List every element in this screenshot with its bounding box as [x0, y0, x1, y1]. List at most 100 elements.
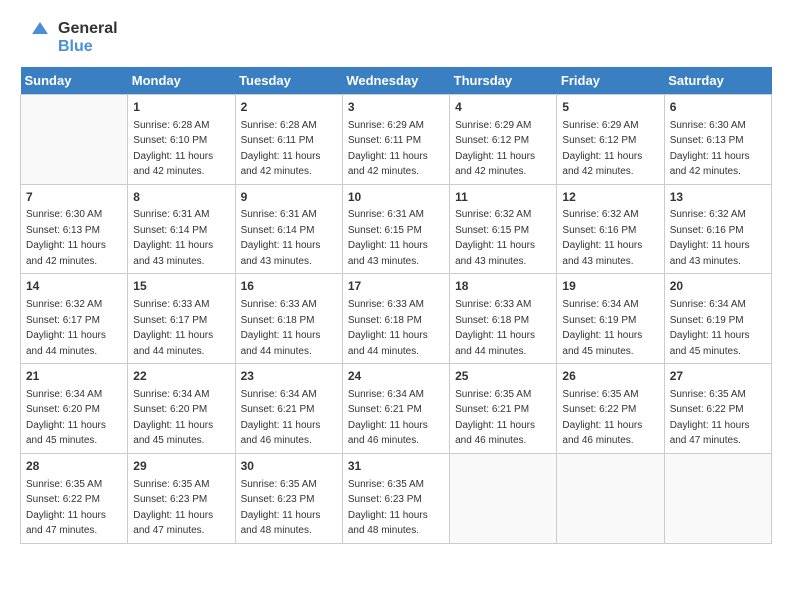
- day-number: 22: [133, 368, 229, 385]
- day-info: Sunrise: 6:35 AMSunset: 6:21 PMDaylight:…: [455, 389, 535, 447]
- day-number: 3: [348, 99, 444, 116]
- day-cell: 14 Sunrise: 6:32 AMSunset: 6:17 PMDaylig…: [21, 274, 128, 364]
- day-cell: 28 Sunrise: 6:35 AMSunset: 6:22 PMDaylig…: [21, 453, 128, 543]
- day-cell: [557, 453, 664, 543]
- day-info: Sunrise: 6:28 AMSunset: 6:11 PMDaylight:…: [241, 120, 321, 178]
- day-cell: 2 Sunrise: 6:28 AMSunset: 6:11 PMDayligh…: [235, 94, 342, 184]
- week-row-5: 28 Sunrise: 6:35 AMSunset: 6:22 PMDaylig…: [21, 453, 772, 543]
- day-number: 17: [348, 278, 444, 295]
- day-info: Sunrise: 6:35 AMSunset: 6:23 PMDaylight:…: [348, 479, 428, 537]
- logo-container: General Blue: [20, 20, 118, 57]
- day-info: Sunrise: 6:30 AMSunset: 6:13 PMDaylight:…: [670, 120, 750, 178]
- day-header-friday: Friday: [557, 67, 664, 95]
- day-number: 25: [455, 368, 551, 385]
- day-number: 10: [348, 189, 444, 206]
- day-cell: 20 Sunrise: 6:34 AMSunset: 6:19 PMDaylig…: [664, 274, 771, 364]
- day-info: Sunrise: 6:35 AMSunset: 6:22 PMDaylight:…: [562, 389, 642, 447]
- day-number: 19: [562, 278, 658, 295]
- day-number: 6: [670, 99, 766, 116]
- day-header-thursday: Thursday: [450, 67, 557, 95]
- day-number: 14: [26, 278, 122, 295]
- day-cell: [21, 94, 128, 184]
- day-info: Sunrise: 6:33 AMSunset: 6:18 PMDaylight:…: [348, 299, 428, 357]
- week-row-4: 21 Sunrise: 6:34 AMSunset: 6:20 PMDaylig…: [21, 364, 772, 454]
- day-header-saturday: Saturday: [664, 67, 771, 95]
- day-number: 15: [133, 278, 229, 295]
- day-cell: 7 Sunrise: 6:30 AMSunset: 6:13 PMDayligh…: [21, 184, 128, 274]
- day-info: Sunrise: 6:30 AMSunset: 6:13 PMDaylight:…: [26, 209, 106, 267]
- day-cell: 30 Sunrise: 6:35 AMSunset: 6:23 PMDaylig…: [235, 453, 342, 543]
- day-info: Sunrise: 6:32 AMSunset: 6:16 PMDaylight:…: [670, 209, 750, 267]
- day-cell: 5 Sunrise: 6:29 AMSunset: 6:12 PMDayligh…: [557, 94, 664, 184]
- week-row-2: 7 Sunrise: 6:30 AMSunset: 6:13 PMDayligh…: [21, 184, 772, 274]
- day-cell: 12 Sunrise: 6:32 AMSunset: 6:16 PMDaylig…: [557, 184, 664, 274]
- day-cell: 29 Sunrise: 6:35 AMSunset: 6:23 PMDaylig…: [128, 453, 235, 543]
- day-header-sunday: Sunday: [21, 67, 128, 95]
- header-row: SundayMondayTuesdayWednesdayThursdayFrid…: [21, 67, 772, 95]
- day-info: Sunrise: 6:33 AMSunset: 6:18 PMDaylight:…: [241, 299, 321, 357]
- day-number: 13: [670, 189, 766, 206]
- day-cell: 16 Sunrise: 6:33 AMSunset: 6:18 PMDaylig…: [235, 274, 342, 364]
- day-cell: 1 Sunrise: 6:28 AMSunset: 6:10 PMDayligh…: [128, 94, 235, 184]
- day-number: 16: [241, 278, 337, 295]
- day-info: Sunrise: 6:28 AMSunset: 6:10 PMDaylight:…: [133, 120, 213, 178]
- day-cell: 21 Sunrise: 6:34 AMSunset: 6:20 PMDaylig…: [21, 364, 128, 454]
- day-cell: 26 Sunrise: 6:35 AMSunset: 6:22 PMDaylig…: [557, 364, 664, 454]
- day-info: Sunrise: 6:34 AMSunset: 6:20 PMDaylight:…: [133, 389, 213, 447]
- day-cell: 10 Sunrise: 6:31 AMSunset: 6:15 PMDaylig…: [342, 184, 449, 274]
- day-number: 27: [670, 368, 766, 385]
- day-number: 26: [562, 368, 658, 385]
- day-number: 11: [455, 189, 551, 206]
- day-header-tuesday: Tuesday: [235, 67, 342, 95]
- day-info: Sunrise: 6:31 AMSunset: 6:14 PMDaylight:…: [133, 209, 213, 267]
- logo-graphic: [20, 20, 56, 56]
- logo-blue: Blue: [58, 38, 118, 56]
- day-number: 24: [348, 368, 444, 385]
- day-cell: 24 Sunrise: 6:34 AMSunset: 6:21 PMDaylig…: [342, 364, 449, 454]
- day-cell: 18 Sunrise: 6:33 AMSunset: 6:18 PMDaylig…: [450, 274, 557, 364]
- day-cell: 3 Sunrise: 6:29 AMSunset: 6:11 PMDayligh…: [342, 94, 449, 184]
- day-number: 8: [133, 189, 229, 206]
- page-header: General Blue: [20, 20, 772, 57]
- week-row-3: 14 Sunrise: 6:32 AMSunset: 6:17 PMDaylig…: [21, 274, 772, 364]
- day-header-wednesday: Wednesday: [342, 67, 449, 95]
- day-info: Sunrise: 6:35 AMSunset: 6:23 PMDaylight:…: [133, 479, 213, 537]
- day-info: Sunrise: 6:29 AMSunset: 6:12 PMDaylight:…: [562, 120, 642, 178]
- day-number: 21: [26, 368, 122, 385]
- day-info: Sunrise: 6:35 AMSunset: 6:22 PMDaylight:…: [670, 389, 750, 447]
- day-number: 2: [241, 99, 337, 116]
- day-cell: [664, 453, 771, 543]
- day-number: 12: [562, 189, 658, 206]
- day-number: 7: [26, 189, 122, 206]
- day-info: Sunrise: 6:35 AMSunset: 6:23 PMDaylight:…: [241, 479, 321, 537]
- day-info: Sunrise: 6:35 AMSunset: 6:22 PMDaylight:…: [26, 479, 106, 537]
- day-info: Sunrise: 6:34 AMSunset: 6:20 PMDaylight:…: [26, 389, 106, 447]
- day-number: 18: [455, 278, 551, 295]
- day-cell: 25 Sunrise: 6:35 AMSunset: 6:21 PMDaylig…: [450, 364, 557, 454]
- day-cell: 31 Sunrise: 6:35 AMSunset: 6:23 PMDaylig…: [342, 453, 449, 543]
- day-info: Sunrise: 6:31 AMSunset: 6:14 PMDaylight:…: [241, 209, 321, 267]
- day-number: 23: [241, 368, 337, 385]
- day-info: Sunrise: 6:29 AMSunset: 6:11 PMDaylight:…: [348, 120, 428, 178]
- day-cell: 19 Sunrise: 6:34 AMSunset: 6:19 PMDaylig…: [557, 274, 664, 364]
- day-cell: 15 Sunrise: 6:33 AMSunset: 6:17 PMDaylig…: [128, 274, 235, 364]
- day-info: Sunrise: 6:34 AMSunset: 6:19 PMDaylight:…: [670, 299, 750, 357]
- day-info: Sunrise: 6:32 AMSunset: 6:15 PMDaylight:…: [455, 209, 535, 267]
- day-cell: 17 Sunrise: 6:33 AMSunset: 6:18 PMDaylig…: [342, 274, 449, 364]
- day-info: Sunrise: 6:34 AMSunset: 6:21 PMDaylight:…: [241, 389, 321, 447]
- day-info: Sunrise: 6:32 AMSunset: 6:17 PMDaylight:…: [26, 299, 106, 357]
- day-number: 4: [455, 99, 551, 116]
- day-cell: 11 Sunrise: 6:32 AMSunset: 6:15 PMDaylig…: [450, 184, 557, 274]
- logo-text: General Blue: [58, 20, 118, 57]
- logo: General Blue: [20, 20, 118, 57]
- day-info: Sunrise: 6:34 AMSunset: 6:19 PMDaylight:…: [562, 299, 642, 357]
- day-cell: 8 Sunrise: 6:31 AMSunset: 6:14 PMDayligh…: [128, 184, 235, 274]
- day-number: 30: [241, 458, 337, 475]
- day-number: 31: [348, 458, 444, 475]
- day-number: 28: [26, 458, 122, 475]
- day-cell: 22 Sunrise: 6:34 AMSunset: 6:20 PMDaylig…: [128, 364, 235, 454]
- day-info: Sunrise: 6:32 AMSunset: 6:16 PMDaylight:…: [562, 209, 642, 267]
- day-number: 9: [241, 189, 337, 206]
- day-header-monday: Monday: [128, 67, 235, 95]
- day-cell: 23 Sunrise: 6:34 AMSunset: 6:21 PMDaylig…: [235, 364, 342, 454]
